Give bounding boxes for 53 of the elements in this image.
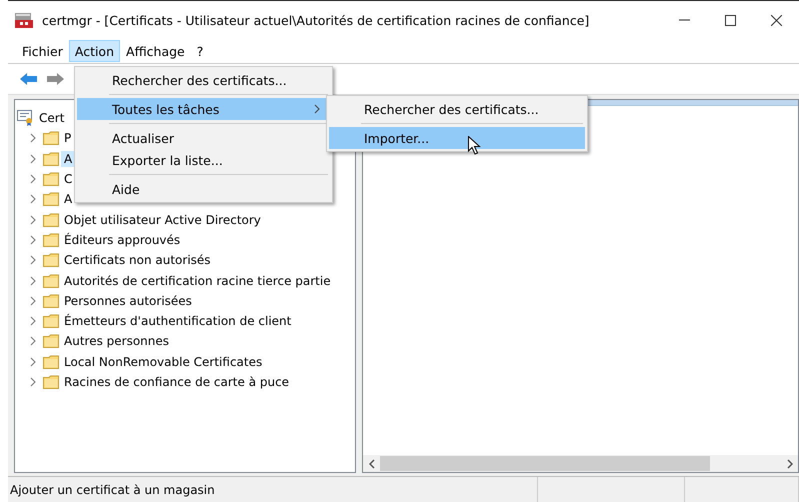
- menu-item[interactable]: Exporter la liste...: [77, 149, 330, 171]
- folder-icon: [43, 130, 59, 146]
- chevron-left-icon: [368, 458, 374, 468]
- folder-icon: [43, 232, 59, 248]
- menu-item[interactable]: Fichier: [16, 40, 69, 62]
- menu-item[interactable]: ?: [190, 40, 210, 62]
- tree-item[interactable]: Émetteurs d'authentification de client: [61, 313, 294, 330]
- folder-icon: [43, 212, 59, 228]
- tree-item[interactable]: Racines de confiance de carte à puce: [61, 374, 292, 390]
- folder-icon: [43, 252, 59, 268]
- tree-item[interactable]: Éditeurs approuvés: [61, 232, 184, 248]
- menu-item[interactable]: Actualiser: [77, 127, 330, 149]
- folder-icon: [43, 171, 59, 188]
- tree-item[interactable]: A: [61, 191, 76, 208]
- folder-icon: [43, 354, 59, 370]
- close-icon: [770, 14, 782, 26]
- arrow-left-icon: [20, 72, 37, 86]
- folder-icon: [43, 272, 59, 289]
- tree-item[interactable]: Personnes autorisées: [61, 292, 195, 309]
- horizontal-scrollbar[interactable]: [363, 455, 798, 472]
- menu-item[interactable]: Rechercher des certificats...: [77, 69, 330, 91]
- chevron-right-icon: [314, 104, 320, 114]
- chevron-right-icon: [786, 458, 792, 468]
- menu-item[interactable]: Rechercher des certificats...: [329, 98, 585, 120]
- tree-item[interactable]: P: [61, 130, 74, 146]
- app-icon: [14, 11, 34, 29]
- menu-item[interactable]: Action: [68, 40, 120, 62]
- menu-item[interactable]: Aide: [77, 178, 330, 200]
- arrow-right-icon: [47, 72, 64, 86]
- folder-icon: [43, 374, 59, 390]
- mouse-cursor-icon: [468, 136, 481, 155]
- folder-icon: [43, 313, 59, 330]
- folder-icon: [43, 191, 59, 208]
- tree-item[interactable]: Autorités de certification racine tierce partie: [61, 272, 334, 289]
- tree-item[interactable]: Cert: [36, 110, 68, 126]
- tree-item[interactable]: A: [61, 150, 76, 167]
- status-text: Ajouter un certificat à un magasin: [10, 482, 215, 496]
- tree-item[interactable]: Objet utilisateur Active Directory: [61, 212, 264, 228]
- back-button[interactable]: [18, 70, 39, 88]
- tree-item[interactable]: Local NonRemovable Certificates: [61, 354, 266, 370]
- tree-item[interactable]: Certificats non autorisés: [61, 252, 214, 268]
- tree-item[interactable]: C: [61, 171, 76, 188]
- tree-item[interactable]: Autres personnes: [61, 333, 172, 350]
- menu-item[interactable]: Affichage: [120, 40, 191, 62]
- maximize-icon: [724, 14, 736, 26]
- forward-button[interactable]: [45, 70, 66, 88]
- folder-icon: [43, 292, 59, 309]
- menu-item[interactable]: Importer...: [329, 127, 585, 149]
- folder-icon: [43, 333, 59, 350]
- certificate-icon: [17, 110, 34, 126]
- folder-icon: [43, 150, 59, 167]
- scrollbar-thumb[interactable]: [380, 456, 710, 471]
- window-title: certmgr - [Certificats - Utilisateur actuel\Autorités de certification racines de confiance]: [42, 12, 590, 28]
